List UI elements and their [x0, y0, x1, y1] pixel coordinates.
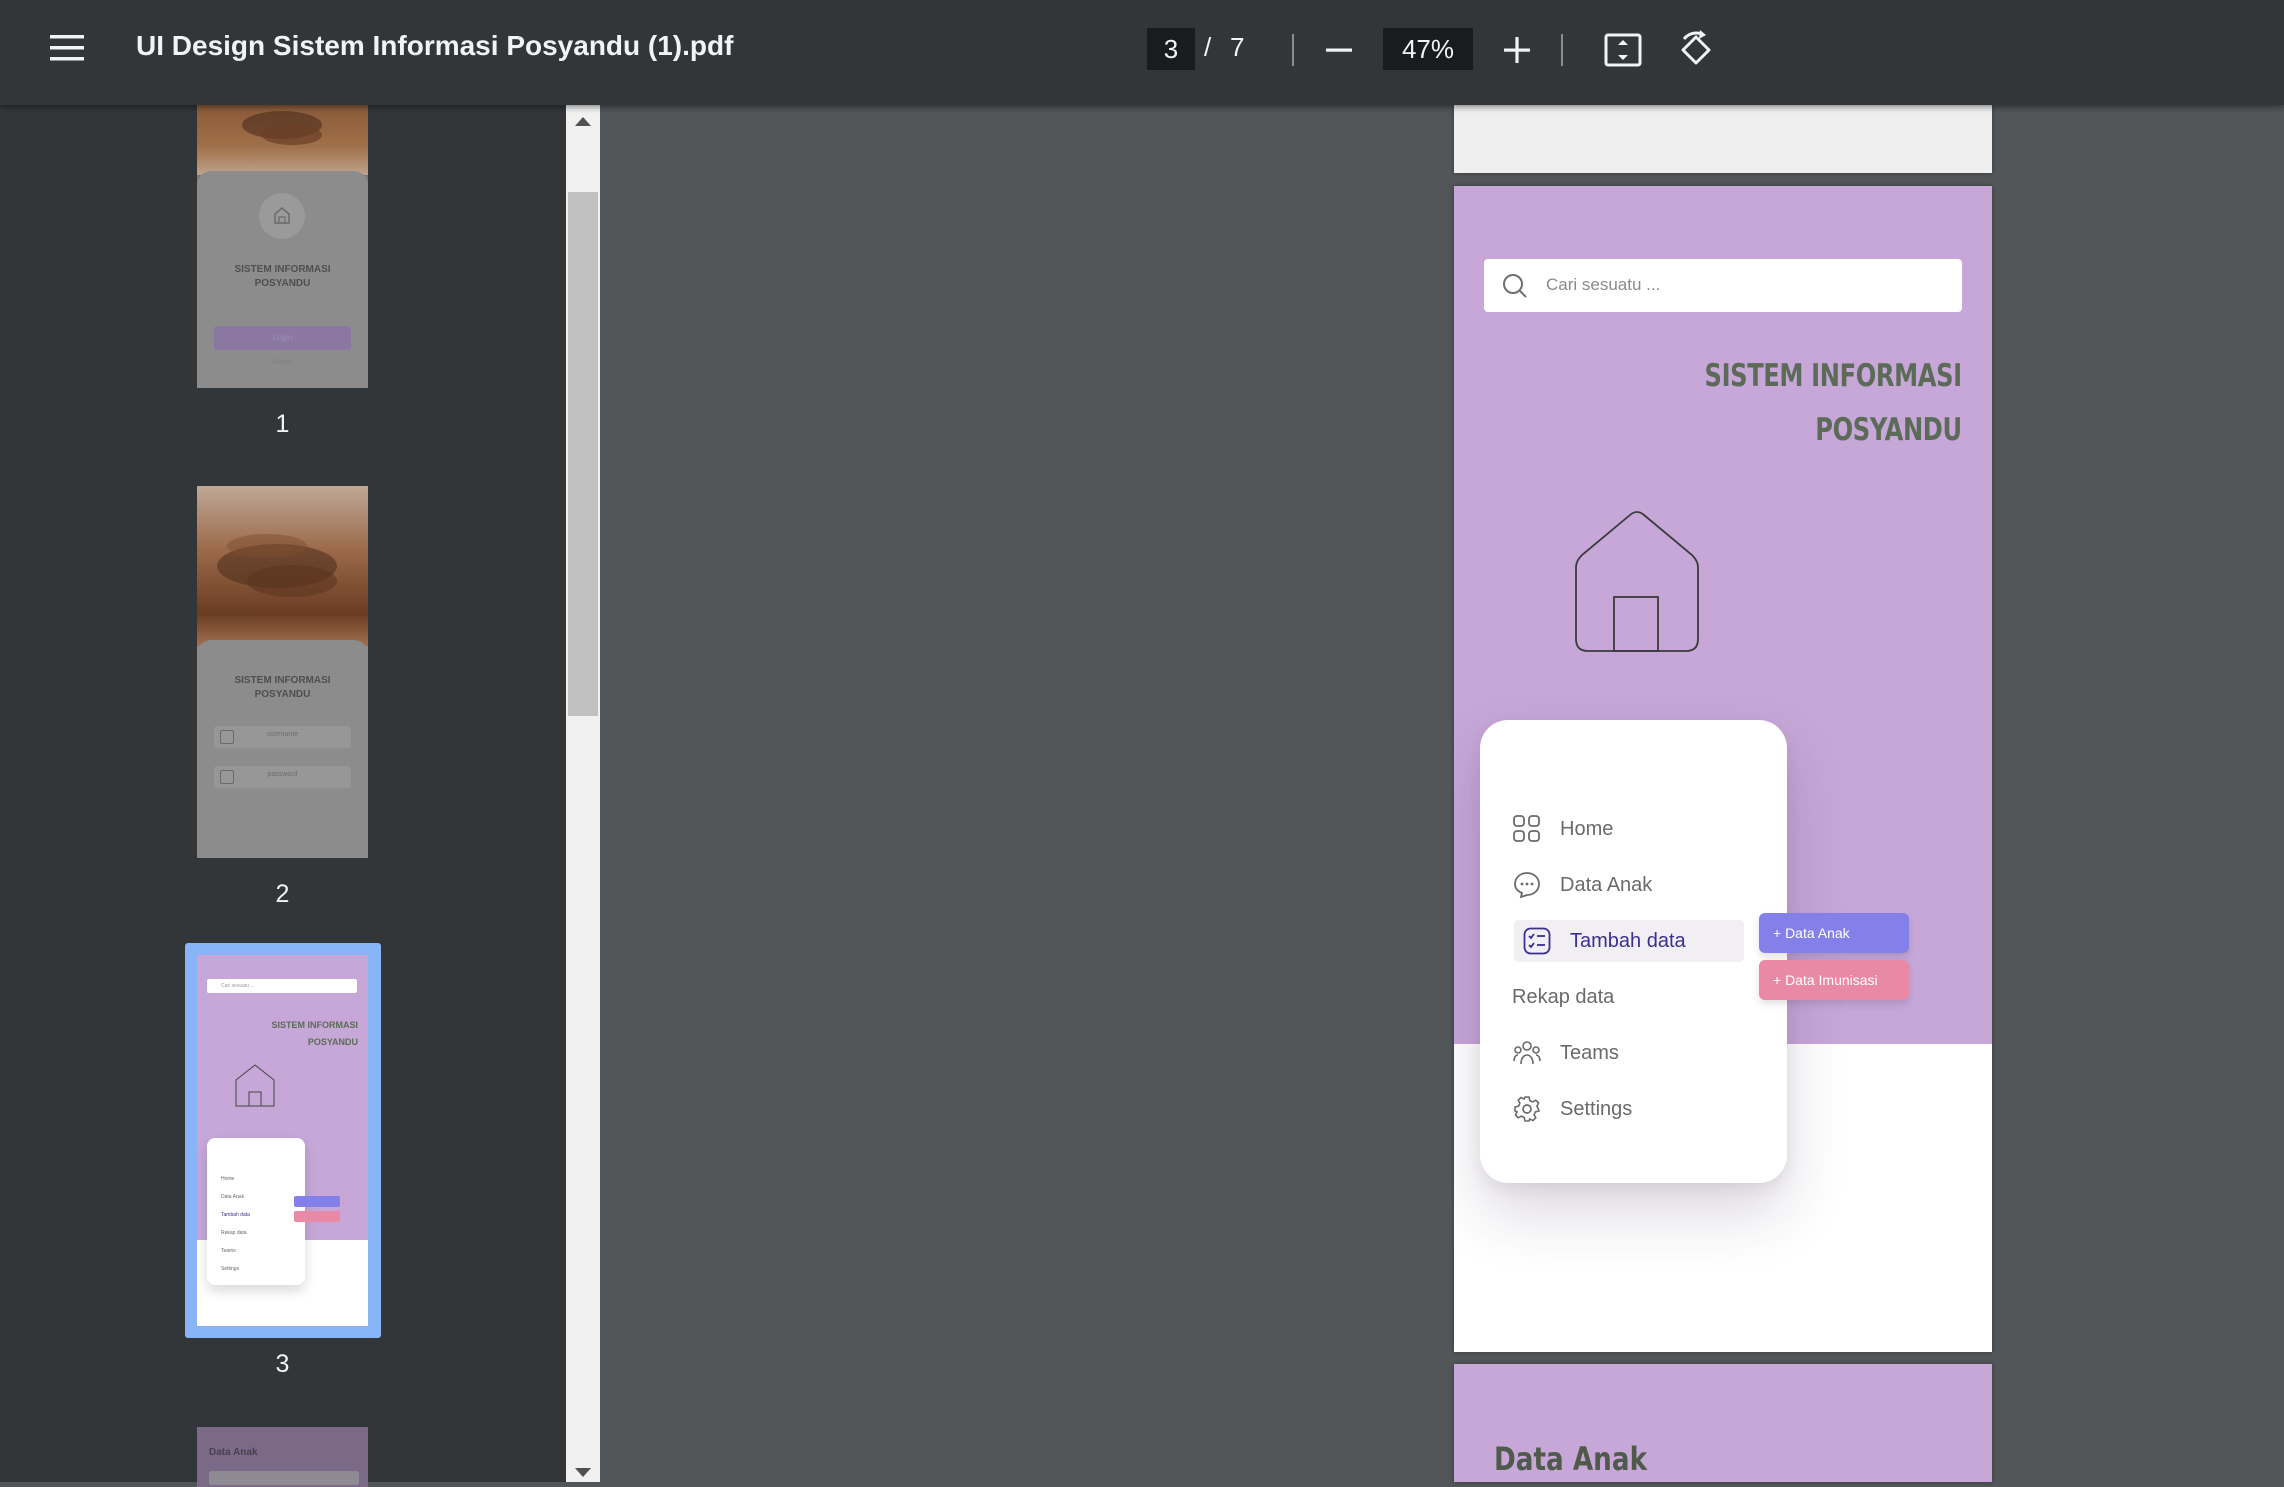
menu-item-tambah-data[interactable]: Tambah data [1514, 920, 1744, 962]
thumbnail-sidebar: SISTEM INFORMASI POSYANDU Login Daftar 1… [0, 105, 566, 1487]
menu-item-data-anak[interactable]: Data Anak [1512, 864, 1740, 906]
page-separator: / [1204, 32, 1212, 62]
thumbnail-login-button: Login [214, 326, 351, 350]
thumbnail-label: 1 [275, 410, 290, 438]
navigation-menu-card: Home Data Anak Tambah data Rekap data Te… [1480, 720, 1787, 1183]
thumbnail-search: Cari sesuatu ... [207, 979, 357, 993]
home-icon [274, 207, 290, 224]
thumbnail-username-text: username [266, 731, 299, 738]
plus-icon [1504, 37, 1530, 63]
menu-item-teams[interactable]: Teams [1512, 1032, 1740, 1074]
page-4: Data Anak [1454, 1364, 1992, 1482]
app-title-line-2: POSYANDU [1815, 412, 1963, 448]
app-title: SISTEM INFORMASI POSYANDU [1704, 349, 1963, 457]
thumbnail-menu-card: Home Data Anak Tambah data Rekap data Te… [207, 1138, 305, 1285]
menu-item-label: Home [1560, 817, 1614, 840]
thumbnail-password-text: password [267, 771, 298, 778]
menu-item-settings[interactable]: Settings [1512, 1088, 1740, 1130]
thumbnail-register-link: Daftar [272, 359, 293, 366]
thumbnail-heading: SISTEM INFORMASI POSYANDU [234, 675, 331, 700]
page-thumbnail-4[interactable]: Data Anak [197, 1427, 368, 1487]
team-icon [1512, 1038, 1542, 1068]
total-pages: 7 [1230, 32, 1245, 62]
thumbnail-password-field: password [214, 766, 351, 788]
menu-item-label: Rekap data [1512, 985, 1615, 1008]
page-4-title: Data Anak [1494, 1440, 1648, 1478]
grid-icon [1512, 814, 1542, 844]
page-2-bottom [1454, 105, 1992, 173]
house-outline-icon [235, 1064, 275, 1107]
scroll-up-arrow-icon[interactable] [575, 117, 591, 126]
thumbnail-username-field: username [214, 726, 351, 748]
thumbnail-scrollbar-thumb[interactable] [568, 192, 598, 716]
toolbar-divider [1561, 34, 1563, 66]
zoom-out-button[interactable] [1325, 36, 1353, 64]
thumbnail-menu-list: Home Data Anak Tambah data Rekap data Te… [221, 1176, 250, 1272]
add-data-anak-button[interactable]: + Data Anak [1759, 913, 1909, 953]
menu-item-label: Settings [1560, 1097, 1633, 1120]
search-icon [1503, 274, 1527, 298]
thumbnail-photo [197, 486, 368, 646]
scroll-down-arrow-icon[interactable] [575, 1468, 591, 1477]
page-3: Cari sesuatu ... SISTEM INFORMASI POSYAN… [1454, 186, 1992, 1352]
toolbar-divider [1292, 34, 1294, 66]
thumbnail-search [209, 1471, 359, 1485]
page-thumbnail-1[interactable]: SISTEM INFORMASI POSYANDU Login Daftar [197, 105, 368, 388]
menu-item-rekap-data[interactable]: Rekap data [1512, 976, 1740, 1018]
pdf-toolbar: UI Design Sistem Informasi Posyandu (1).… [0, 0, 2284, 105]
thumbnail-login-card: SISTEM INFORMASI POSYANDU username passw… [197, 640, 368, 858]
menu-item-label: Data Anak [1560, 873, 1653, 896]
thumbnail-title: SISTEM INFORMASI POSYANDU [271, 1020, 358, 1047]
search-input[interactable]: Cari sesuatu ... [1484, 259, 1962, 312]
chat-bubble-icon [1512, 870, 1542, 900]
hamburger-menu-icon[interactable] [50, 34, 84, 62]
fit-page-button[interactable] [1604, 32, 1642, 68]
page-thumbnail-3[interactable]: Cari sesuatu ... SISTEM INFORMASI POSYAND… [197, 955, 368, 1326]
app-title-line-1: SISTEM INFORMASI [1704, 358, 1963, 394]
house-outline-icon [1575, 511, 1699, 652]
thumbnail-heading: SISTEM INFORMASI POSYANDU [234, 264, 331, 289]
search-placeholder: Cari sesuatu ... [1546, 275, 1661, 294]
thumbnail-label: 3 [275, 1350, 290, 1378]
thumbnail-login-card: SISTEM INFORMASI POSYANDU Login Daftar [197, 171, 368, 388]
menu-item-label: Tambah data [1570, 929, 1686, 952]
thumbnail-heading: Data Anak [209, 1447, 258, 1458]
page-number-input[interactable]: 3 [1147, 28, 1195, 70]
minus-icon [1326, 48, 1352, 52]
page-thumbnail-2[interactable]: SISTEM INFORMASI POSYANDU username passw… [197, 486, 368, 858]
rotate-icon [1681, 30, 1711, 65]
menu-item-home[interactable]: Home [1512, 808, 1740, 850]
document-viewer: Cari sesuatu ... SISTEM INFORMASI POSYAN… [600, 105, 2284, 1482]
thumbnail-label: 2 [275, 880, 290, 908]
add-data-imunisasi-button[interactable]: + Data Imunisasi [1759, 960, 1909, 1000]
gear-icon [1512, 1094, 1542, 1124]
rotate-button[interactable] [1676, 30, 1716, 70]
thumbnail-photo [197, 105, 368, 175]
checklist-icon [1522, 926, 1552, 956]
thumbnail-pill-pink [294, 1211, 340, 1222]
thumbnail-pill-blue [294, 1196, 340, 1207]
zoom-in-button[interactable] [1503, 36, 1531, 64]
thumbnail-home-badge [259, 193, 305, 239]
fit-page-icon [1604, 33, 1642, 67]
document-title: UI Design Sistem Informasi Posyandu (1).… [136, 30, 734, 61]
zoom-level-input[interactable]: 47% [1383, 28, 1473, 70]
menu-item-label: Teams [1560, 1041, 1619, 1064]
